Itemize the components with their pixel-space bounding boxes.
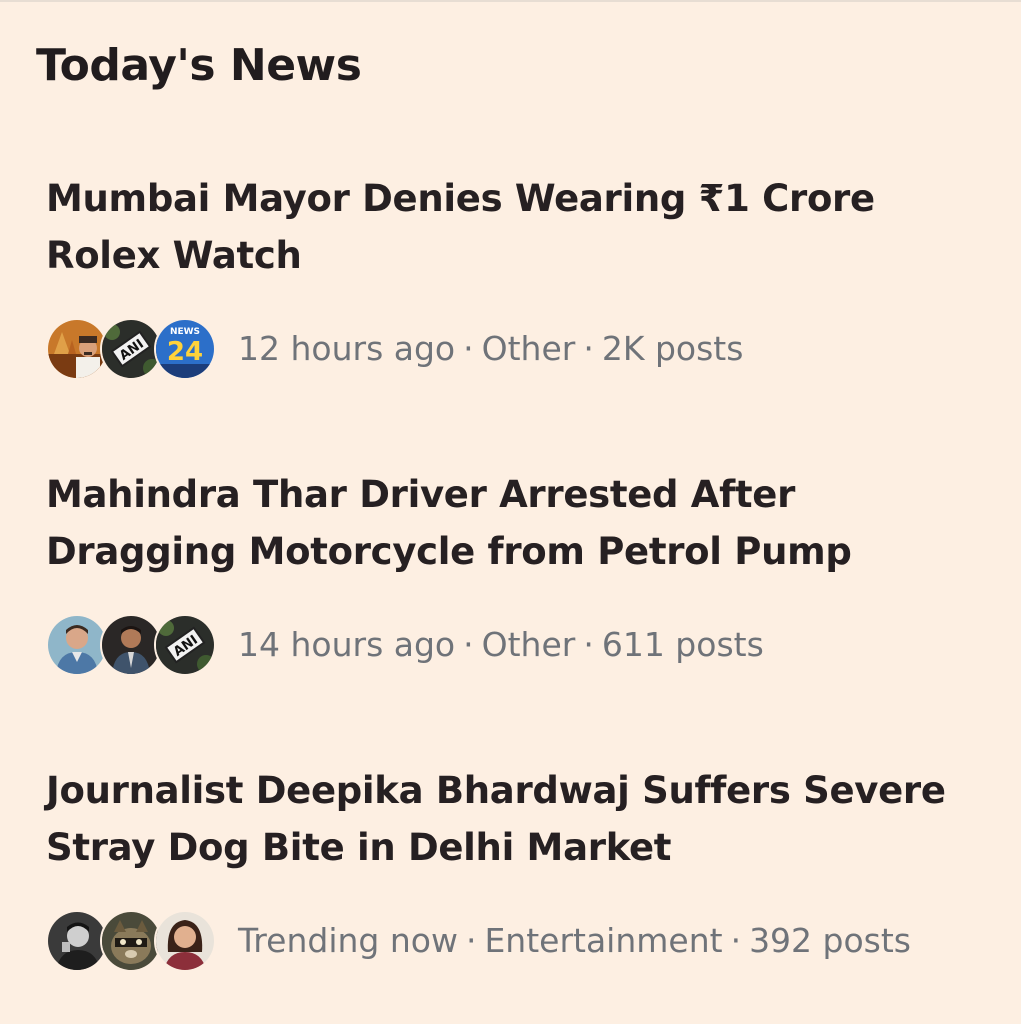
story-time: Trending now xyxy=(238,920,458,960)
headline-line-2: Stray Dog Bite in Delhi Market xyxy=(46,826,672,869)
story-headline[interactable]: Mahindra Thar Driver Arrested After Drag… xyxy=(46,466,986,580)
story-post-count: 2K posts xyxy=(601,328,744,368)
ani-logo-avatar: ANI xyxy=(154,614,216,676)
story-post-count: 392 posts xyxy=(749,920,912,960)
story-time: 14 hours ago xyxy=(238,624,456,664)
ani-logo-avatar: ANI xyxy=(100,318,162,380)
meta-separator: · xyxy=(583,328,594,368)
story-headline[interactable]: Mumbai Mayor Denies Wearing ₹1 Crore Rol… xyxy=(46,170,986,284)
meta-separator: · xyxy=(730,920,742,960)
story-meta: ANI NEWS 24 12 hours ago · Other · 2K posts xyxy=(46,316,743,380)
story-meta-text: 14 hours ago · Other · 611 posts xyxy=(238,625,764,664)
story-post-count: 611 posts xyxy=(601,624,764,664)
man-photo-avatar xyxy=(46,614,108,676)
section-title: Today's News xyxy=(36,40,362,91)
meta-separator: · xyxy=(463,624,474,664)
meta-separator: · xyxy=(583,624,594,664)
woman-photo-avatar xyxy=(154,910,216,972)
story-meta: ANI 14 hours ago · Other · 611 posts xyxy=(46,612,764,676)
story-meta-text: 12 hours ago · Other · 2K posts xyxy=(238,329,743,368)
news24-number-text: 24 xyxy=(167,337,203,367)
story-category: Other xyxy=(481,624,576,664)
headline-line-1: Mahindra Thar Driver Arrested After xyxy=(46,473,796,516)
meta-separator: · xyxy=(463,328,474,368)
headline-line-1: Journalist Deepika Bhardwaj Suffers Seve… xyxy=(46,769,946,812)
news-story-2[interactable]: Mahindra Thar Driver Arrested After Drag… xyxy=(46,466,986,676)
story-category: Entertainment xyxy=(484,920,723,960)
man-suit-avatar xyxy=(100,614,162,676)
meta-separator: · xyxy=(465,920,477,960)
story-category: Other xyxy=(481,328,576,368)
story-meta-text: Trending now · Entertainment · 392 posts xyxy=(238,921,911,960)
top-divider xyxy=(0,0,1021,2)
source-avatars: ANI xyxy=(46,612,216,676)
news24-top-text: NEWS xyxy=(170,327,200,337)
raccoon-avatar xyxy=(100,910,162,972)
headline-line-1: Mumbai Mayor Denies Wearing ₹1 Crore xyxy=(46,177,875,220)
source-avatars xyxy=(46,908,216,972)
news-story-1[interactable]: Mumbai Mayor Denies Wearing ₹1 Crore Rol… xyxy=(46,170,986,380)
man-bw-avatar xyxy=(46,910,108,972)
news-story-3[interactable]: Journalist Deepika Bhardwaj Suffers Seve… xyxy=(46,762,986,972)
news24-logo-avatar: NEWS 24 xyxy=(154,318,216,380)
source-avatars: ANI NEWS 24 xyxy=(46,316,216,380)
headline-line-2: Dragging Motorcycle from Petrol Pump xyxy=(46,530,852,573)
story-meta: Trending now · Entertainment · 392 posts xyxy=(46,908,911,972)
temple-photo-avatar xyxy=(46,318,108,380)
headline-line-2: Rolex Watch xyxy=(46,234,302,277)
story-time: 12 hours ago xyxy=(238,328,456,368)
story-headline[interactable]: Journalist Deepika Bhardwaj Suffers Seve… xyxy=(46,762,986,876)
